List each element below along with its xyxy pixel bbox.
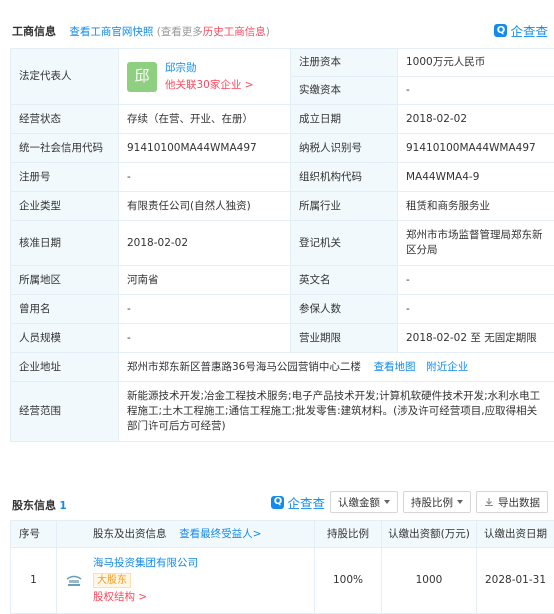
qcc-logo-text: 企查查 bbox=[510, 24, 548, 39]
col-name-cell: 股东及出资信息 查看最终受益人> bbox=[56, 520, 315, 548]
reg-no-value: - bbox=[118, 162, 291, 192]
authority-label: 登记机关 bbox=[290, 220, 398, 266]
approval-date-label: 核准日期 bbox=[10, 220, 119, 266]
qcc-logo-text: 企查查 bbox=[287, 495, 325, 511]
avatar[interactable]: 邱 bbox=[127, 61, 157, 92]
col-date: 认缴出资日期 bbox=[476, 520, 554, 548]
status-value: 存续（在营、开业、在册） bbox=[118, 104, 291, 134]
legal-rep-related-link[interactable]: 他关联30家企业 > bbox=[165, 77, 254, 94]
industry-label: 所属行业 bbox=[290, 191, 398, 221]
term-value: 2018-02-02 至 无固定期限 bbox=[397, 323, 554, 353]
business-info-header: 工商信息 查看工商官网快照 (查看更多历史工商信息) bbox=[12, 23, 270, 39]
legal-rep-name[interactable]: 邱宗勋 bbox=[165, 60, 254, 77]
paid-capital-label: 实缴资本 bbox=[290, 76, 398, 105]
address-value: 郑州市郑东新区普惠路36号海马公园营销中心二楼 bbox=[127, 360, 361, 373]
industry-value: 租赁和商务服务业 bbox=[397, 191, 554, 221]
staff-size-value: - bbox=[118, 323, 291, 353]
english-name-label: 英文名 bbox=[290, 265, 398, 295]
term-label: 营业期限 bbox=[290, 323, 398, 353]
reg-no-label: 注册号 bbox=[10, 162, 119, 192]
qcc-logo-icon: Q bbox=[494, 24, 508, 37]
history-prefix: (查看更多 bbox=[156, 26, 203, 38]
approval-date-value: 2018-02-02 bbox=[118, 220, 291, 266]
scope-value: 新能源技术开发;冶金工程技术服务;电子产品技术开发;计算机软硬件技术开发;水利水… bbox=[118, 381, 554, 442]
taxpayer-id-label: 纳税人识别号 bbox=[290, 133, 398, 163]
region-label: 所属地区 bbox=[10, 265, 119, 295]
history-info-link[interactable]: 历史工商信息 bbox=[203, 26, 266, 38]
address-cell: 郑州市郑东新区普惠路36号海马公园营销中心二楼 查看地图 附近企业 bbox=[118, 352, 554, 382]
col-amount: 认缴出资额(万元) bbox=[381, 520, 477, 548]
legal-rep-cell: 邱 邱宗勋 他关联30家企业 > bbox=[118, 48, 291, 105]
org-code-label: 组织机构代码 bbox=[290, 162, 398, 192]
row-date: 2028-01-31 bbox=[476, 547, 554, 614]
amount-filter-label: 认缴金额 bbox=[338, 496, 380, 509]
history-suffix: ) bbox=[265, 26, 270, 38]
export-button[interactable]: 导出数据 bbox=[476, 491, 548, 513]
nearby-companies-link[interactable]: 附近企业 bbox=[426, 361, 468, 373]
ratio-filter-label: 持股比例 bbox=[411, 496, 453, 509]
region-value: 河南省 bbox=[118, 265, 291, 295]
insured-label: 参保人数 bbox=[290, 294, 398, 324]
shareholder-table: 序号 股东及出资信息 查看最终受益人> 持股比例 认缴出资额(万元) 认缴出资日… bbox=[10, 520, 554, 614]
shareholder-count: 1 bbox=[59, 500, 67, 512]
equity-structure-link[interactable]: 股权结构 > bbox=[93, 589, 198, 606]
credit-code-value: 91410100MA44WMA497 bbox=[118, 133, 291, 163]
ratio-filter-button[interactable]: 持股比例 bbox=[403, 491, 471, 513]
col-no: 序号 bbox=[10, 520, 57, 548]
authority-value: 郑州市市场监督管理局郑东新区分局 bbox=[397, 220, 554, 266]
row-ratio: 100% bbox=[314, 547, 382, 614]
org-code-value: MA44WMA4-9 bbox=[397, 162, 554, 192]
qcc-logo: Q 企查查 bbox=[494, 21, 548, 40]
established-label: 成立日期 bbox=[290, 104, 398, 134]
reg-capital-value: 1000万元人民币 bbox=[397, 48, 554, 77]
export-icon bbox=[485, 498, 493, 507]
col-ratio: 持股比例 bbox=[314, 520, 382, 548]
address-label: 企业地址 bbox=[10, 352, 119, 382]
reg-capital-label: 注册资本 bbox=[290, 48, 398, 77]
company-type-label: 企业类型 bbox=[10, 191, 119, 221]
col-name: 股东及出资信息 bbox=[93, 527, 167, 540]
export-label: 导出数据 bbox=[498, 496, 540, 509]
major-shareholder-badge: 大股东 bbox=[93, 573, 131, 588]
section-title: 工商信息 bbox=[12, 25, 56, 38]
row-no: 1 bbox=[10, 547, 57, 614]
shareholder-header: 股东信息 1 bbox=[12, 497, 67, 513]
row-amount: 1000 bbox=[381, 547, 477, 614]
shareholder-name-link[interactable]: 海马投资集团有限公司 bbox=[93, 555, 198, 572]
company-logo-icon bbox=[66, 575, 82, 586]
view-map-link[interactable]: 查看地图 bbox=[374, 361, 416, 373]
shareholder-toolbar: Q 企查查 认缴金额 持股比例 导出数据 bbox=[271, 491, 548, 513]
amount-filter-button[interactable]: 认缴金额 bbox=[330, 491, 398, 513]
legal-rep-label: 法定代表人 bbox=[10, 48, 119, 105]
english-name-value: - bbox=[397, 265, 554, 295]
business-info-table: 法定代表人 邱 邱宗勋 他关联30家企业 > 注册资本 1000万元人民币 实缴… bbox=[10, 48, 554, 442]
qcc-logo-icon: Q bbox=[271, 495, 285, 509]
established-value: 2018-02-02 bbox=[397, 104, 554, 134]
credit-code-label: 统一社会信用代码 bbox=[10, 133, 119, 163]
staff-size-label: 人员规模 bbox=[10, 323, 119, 353]
chevron-down-icon bbox=[457, 500, 463, 504]
former-name-value: - bbox=[118, 294, 291, 324]
row-shareholder-cell: 海马投资集团有限公司 大股东 股权结构 > bbox=[56, 547, 315, 614]
qcc-logo: Q 企查查 bbox=[271, 493, 325, 512]
table-row: 1 海马投资集团有限公司 大股东 股权结构 > 100% 1000 2028-0… bbox=[10, 547, 554, 614]
status-label: 经营状态 bbox=[10, 104, 119, 134]
beneficiary-link[interactable]: 查看最终受益人> bbox=[179, 528, 261, 540]
scope-label: 经营范围 bbox=[10, 381, 119, 442]
company-type-value: 有限责任公司(自然人独资) bbox=[118, 191, 291, 221]
taxpayer-id-value: 91410100MA44WMA497 bbox=[397, 133, 554, 163]
shareholder-title: 股东信息 bbox=[12, 499, 56, 512]
chevron-down-icon bbox=[384, 500, 390, 504]
insured-value: - bbox=[397, 294, 554, 324]
former-name-label: 曾用名 bbox=[10, 294, 119, 324]
paid-capital-value: - bbox=[397, 76, 554, 105]
official-snapshot-link[interactable]: 查看工商官网快照 bbox=[69, 26, 153, 38]
